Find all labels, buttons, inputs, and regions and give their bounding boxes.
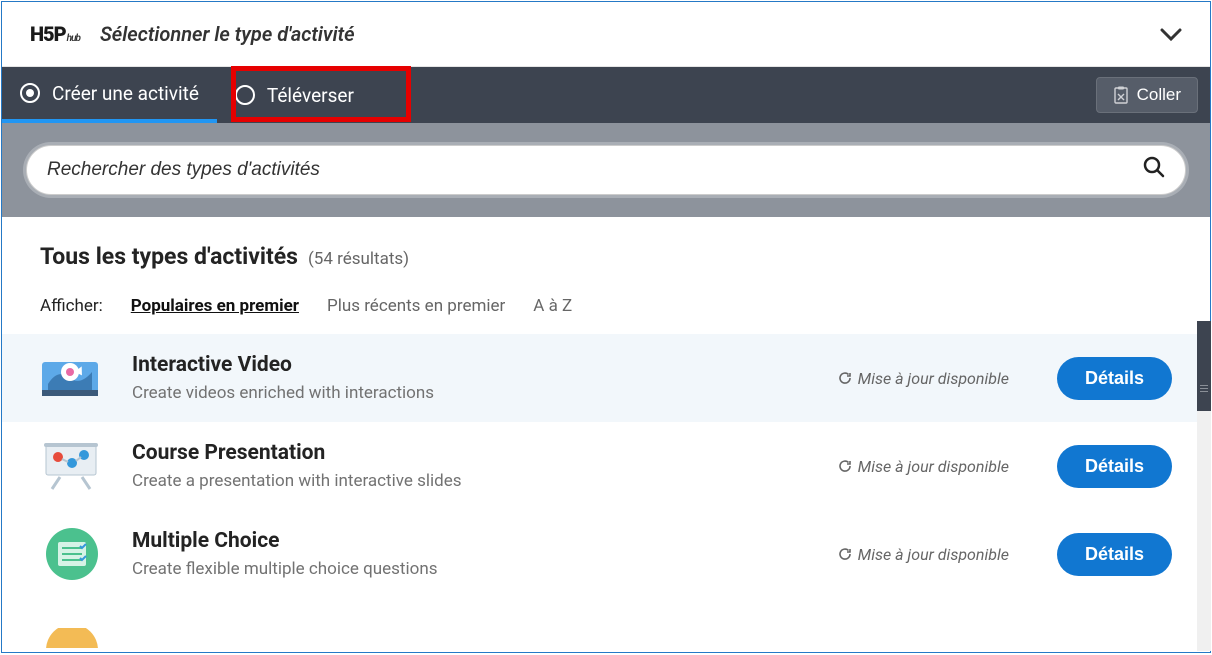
activity-title: Interactive Video: [132, 353, 810, 377]
activity-row[interactable]: [2, 598, 1210, 652]
refresh-icon: [838, 547, 852, 561]
activity-desc: Create flexible multiple choice question…: [132, 559, 810, 579]
activity-title: Course Presentation: [132, 441, 810, 465]
update-available-badge: Mise à jour disponible: [838, 545, 1009, 564]
sort-az[interactable]: A à Z: [533, 296, 572, 316]
activity-info: Course Presentation Create a presentatio…: [132, 441, 810, 491]
sort-newest[interactable]: Plus récents en premier: [327, 296, 505, 316]
course-presentation-icon: [40, 440, 104, 492]
scrollbar-thumb[interactable]: [1197, 321, 1211, 411]
activity-icon-placeholder: [40, 612, 104, 652]
tab-upload-label: Téléverser: [267, 84, 354, 107]
logo-sub: hub: [67, 33, 80, 44]
activity-title: Multiple Choice: [132, 529, 810, 553]
paste-button[interactable]: Coller: [1096, 77, 1198, 113]
tab-create-label: Créer une activité: [52, 82, 199, 105]
h5p-logo: H5Phub: [30, 22, 80, 46]
paste-button-label: Coller: [1137, 85, 1181, 105]
activity-row[interactable]: Interactive Video Create videos enriched…: [2, 334, 1210, 422]
details-button[interactable]: Détails: [1057, 357, 1172, 400]
activity-desc: Create a presentation with interactive s…: [132, 471, 810, 491]
details-button[interactable]: Détails: [1057, 445, 1172, 488]
activity-row[interactable]: Course Presentation Create a presentatio…: [2, 422, 1210, 510]
multiple-choice-icon: [40, 528, 104, 580]
tab-upload[interactable]: Téléverser: [217, 67, 372, 123]
activity-list: Interactive Video Create videos enriched…: [2, 334, 1210, 652]
search-icon[interactable]: [1143, 156, 1165, 184]
clipboard-icon: [1113, 86, 1129, 104]
tab-create[interactable]: Créer une activité: [2, 67, 217, 123]
search-box[interactable]: [26, 145, 1186, 195]
search-area: [2, 123, 1210, 217]
details-button[interactable]: Détails: [1057, 533, 1172, 576]
results-count: (54 résultats): [308, 249, 409, 269]
chevron-down-icon[interactable]: [1160, 20, 1182, 48]
interactive-video-icon: [40, 352, 104, 404]
header-title: Sélectionner le type d'activité: [100, 22, 355, 46]
refresh-icon: [838, 459, 852, 473]
logo-main: H5P: [30, 22, 66, 46]
activity-desc: Create videos enriched with interactions: [132, 383, 810, 403]
results-heading: Tous les types d'activités: [40, 243, 298, 270]
radio-selected-icon: [20, 83, 40, 103]
tab-bar: Créer une activité Téléverser Coller: [2, 67, 1210, 123]
filter-area: Tous les types d'activités (54 résultats…: [2, 217, 1210, 334]
sort-popular[interactable]: Populaires en premier: [131, 296, 299, 316]
radio-unselected-icon: [235, 85, 255, 105]
update-available-badge: Mise à jour disponible: [838, 369, 1009, 388]
refresh-icon: [838, 371, 852, 385]
update-available-badge: Mise à jour disponible: [838, 457, 1009, 476]
activity-info: Interactive Video Create videos enriched…: [132, 353, 810, 403]
search-input[interactable]: [47, 159, 1143, 181]
header-bar: H5Phub Sélectionner le type d'activité: [2, 2, 1210, 67]
activity-row[interactable]: Multiple Choice Create flexible multiple…: [2, 510, 1210, 598]
scrollbar-grip-icon: [1197, 379, 1211, 397]
sort-label: Afficher:: [40, 296, 103, 316]
activity-info: Multiple Choice Create flexible multiple…: [132, 529, 810, 579]
